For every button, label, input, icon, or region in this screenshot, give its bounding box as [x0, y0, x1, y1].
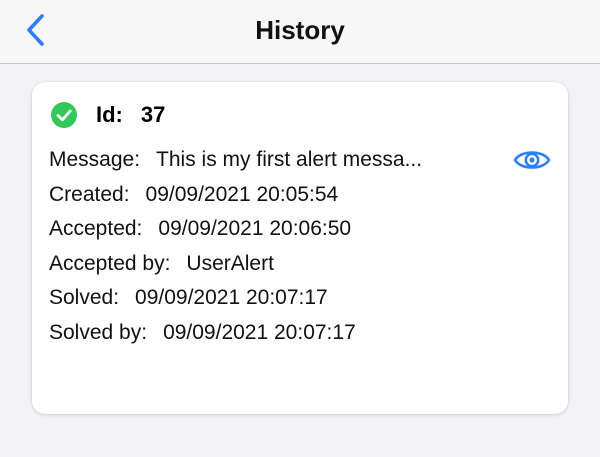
accepted-by-row: Accepted by: UserAlert [49, 247, 489, 282]
accepted-value: 09/09/2021 20:06:50 [158, 217, 352, 241]
alert-header: Id: 37 [50, 100, 165, 130]
created-value: 09/09/2021 20:05:54 [145, 182, 339, 206]
eye-icon [513, 151, 551, 169]
solved-label: Solved: [49, 286, 120, 310]
alert-history-card[interactable]: Id: 37 Message: This is my first alert me… [32, 82, 568, 414]
created-label: Created: [49, 182, 130, 206]
alert-details: Message: This is my first alert messa... … [49, 143, 489, 351]
created-row: Created: 09/09/2021 20:05:54 [49, 178, 489, 213]
page-title: History [255, 15, 345, 45]
check-circle-icon [51, 102, 77, 128]
view-message-button[interactable] [512, 144, 552, 176]
solved-by-label: Solved by: [49, 320, 148, 344]
accepted-label: Accepted: [49, 217, 143, 241]
accepted-by-label: Accepted by: [49, 251, 171, 275]
alert-id-value: 37 [140, 102, 166, 127]
solved-row: Solved: 09/09/2021 20:07:17 [49, 281, 489, 316]
accepted-row: Accepted: 09/09/2021 20:06:50 [49, 212, 489, 247]
navigation-bar: History [0, 0, 600, 64]
message-label: Message: [49, 148, 141, 171]
alert-id-label: Id: [96, 102, 123, 127]
solved-by-row: Solved by: 09/09/2021 20:07:17 [49, 316, 489, 351]
solved-value: 09/09/2021 20:07:17 [135, 286, 328, 310]
message-value: This is my first alert messa... [156, 148, 423, 171]
message-row: Message: This is my first alert messa... [49, 143, 489, 178]
accepted-by-value: UserAlert [186, 251, 274, 275]
solved-by-value: 09/09/2021 20:07:17 [163, 320, 356, 344]
